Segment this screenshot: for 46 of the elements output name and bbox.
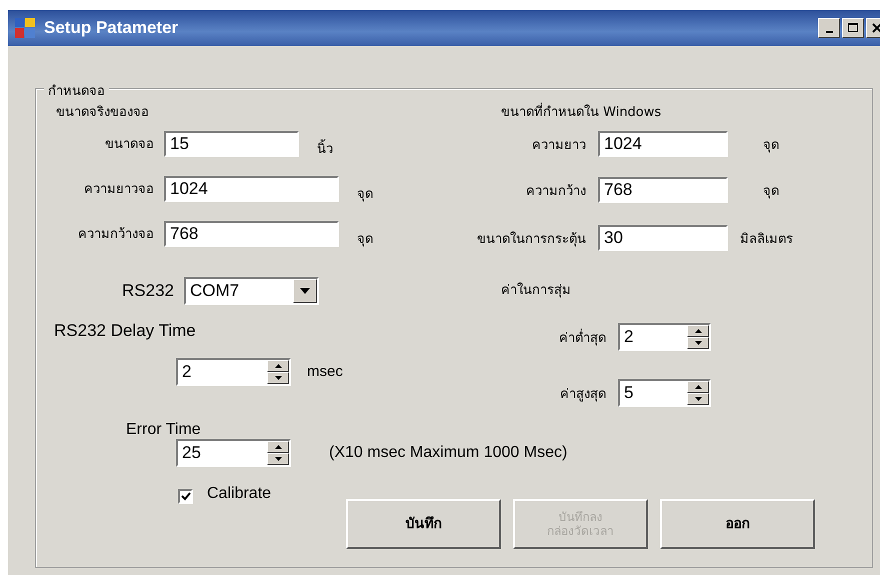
input-field[interactable]: 1024	[164, 176, 339, 202]
section-heading: ค่าในการสุ่ม	[501, 282, 572, 299]
unit-label: มิลลิเมตร	[740, 230, 793, 248]
input-field[interactable]: 15	[164, 130, 299, 156]
field-label: ค่าต่ำสุด	[558, 328, 607, 348]
app-icon	[14, 17, 36, 39]
field-label: ขนาดจอ	[104, 136, 155, 154]
field-label: ค่าสูงสุด	[559, 386, 607, 404]
input-field[interactable]: 768	[164, 220, 339, 246]
field-label: Error Time	[126, 421, 202, 439]
section-heading: ขนาดจริงของจอ	[56, 104, 150, 121]
checkmark-icon	[180, 492, 190, 501]
unit-label: จุด	[763, 136, 779, 154]
input-field[interactable]: 30	[598, 225, 728, 251]
minimize-button[interactable]	[818, 18, 840, 38]
number-spinner[interactable]: 25	[176, 439, 291, 467]
port-dropdown[interactable]: COM7	[184, 276, 319, 304]
number-spinner[interactable]: 2	[176, 358, 291, 386]
field-label: ขนาดในการกระตุ้น	[476, 230, 587, 248]
calibrate-checkbox[interactable]	[178, 489, 193, 504]
field-label: ความยาว	[531, 136, 587, 154]
section-heading: ขนาดที่กำหนดใน Windows	[501, 101, 872, 121]
field-label: RS232 Delay Time	[54, 321, 197, 341]
unit-label: จุด	[357, 231, 373, 249]
field-label: RS232	[121, 280, 175, 300]
dropdown-arrow-icon	[300, 288, 310, 294]
maximize-button[interactable]	[842, 18, 864, 38]
number-spinner[interactable]: 2	[618, 323, 711, 351]
field-label: ความกว้างจอ	[77, 226, 155, 244]
close-icon	[872, 23, 880, 33]
window-title: Setup Patameter	[44, 18, 180, 38]
minimize-icon	[826, 30, 832, 32]
action-button[interactable]: ออก	[660, 499, 816, 549]
unit-label: msec	[307, 363, 343, 380]
field-label: ความกว้าง	[525, 182, 587, 200]
field-label: ความยาวจอ	[83, 181, 155, 199]
unit-label: นิ้ว	[317, 128, 333, 159]
action-button[interactable]: บันทึก	[346, 499, 502, 549]
unit-label: จุด	[357, 186, 373, 204]
checkbox-label: Calibrate	[207, 485, 272, 503]
unit-label: จุด	[763, 182, 779, 200]
input-field[interactable]: 768	[598, 177, 728, 203]
number-spinner[interactable]: 5	[618, 379, 711, 407]
maximize-icon	[848, 23, 858, 33]
note-text: (X10 msec Maximum 1000 Msec)	[329, 444, 568, 462]
input-field[interactable]: 1024	[598, 131, 728, 157]
